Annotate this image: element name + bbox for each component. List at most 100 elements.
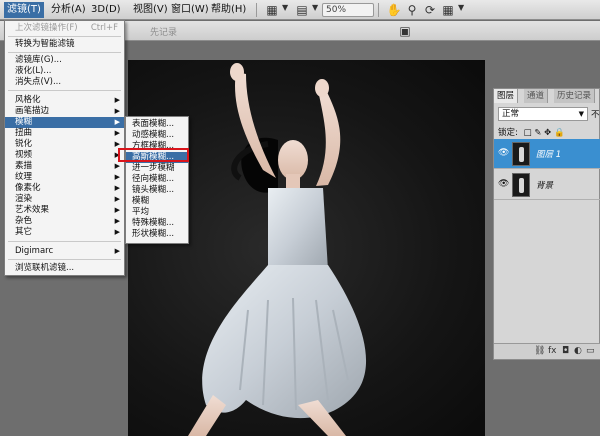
submenu-arrow-icon: ▶ [114, 217, 120, 225]
lock-brush-icon[interactable]: ✎ [534, 128, 541, 138]
menu-item-shortcut: Ctrl+F [90, 23, 118, 33]
menu-item-distort[interactable]: 扭曲 ▶ [5, 128, 124, 139]
menu-item-label: 上次滤镜操作(F) [15, 23, 78, 33]
lock-all-icon[interactable]: 🔒 [554, 128, 565, 138]
menu-item-artistic[interactable]: 艺术效果 ▶ [5, 205, 124, 216]
new-group-icon[interactable]: ▭ [586, 346, 595, 356]
menu-help[interactable]: 帮助(H) [208, 2, 249, 18]
submenu-arrow-icon: ▶ [114, 118, 120, 126]
menu-item-label: 其它 [15, 227, 33, 237]
visibility-eye-icon[interactable]: 👁 [498, 179, 509, 189]
menu-item-label: 素描 [15, 161, 33, 171]
layers-panel: 图层 通道 历史记录 正常 ▼ 不 锁定: □ ✎ ✥ 🔒 👁 图层 1 👁 背景… [493, 88, 600, 360]
tab-channels[interactable]: 通道 [524, 89, 549, 103]
lock-row: 锁定: □ ✎ ✥ 🔒 [498, 126, 565, 138]
menu-item-label: 视频 [15, 150, 33, 160]
submenu-arrow-icon: ▶ [114, 184, 120, 192]
menu-item-noise[interactable]: 杂色 ▶ [5, 216, 124, 227]
menu-item-vanishing-point[interactable]: 消失点(V)... [5, 77, 124, 88]
document-icon[interactable]: ▣ [397, 23, 413, 39]
menu-separator [8, 90, 121, 91]
submenu-arrow-icon: ▶ [114, 228, 120, 236]
chevron-down-icon: ▼ [578, 110, 584, 118]
menu-item-brush-strokes[interactable]: 画笔描边 ▶ [5, 106, 124, 117]
opacity-label: 不 [591, 110, 600, 120]
menu-item-render[interactable]: 渲染 ▶ [5, 194, 124, 205]
menu-item-surface-blur[interactable]: 表面模糊... [126, 119, 188, 130]
lock-transparency-icon[interactable]: □ [524, 128, 532, 138]
menu-item-label: 渲染 [15, 194, 33, 204]
lock-move-icon[interactable]: ✥ [544, 128, 551, 138]
chevron-down-icon[interactable]: ▼ [282, 3, 288, 12]
menu-item-digimarc[interactable]: Digimarc ▶ [5, 246, 124, 257]
menu-item-stylize[interactable]: 风格化 ▶ [5, 95, 124, 106]
blend-mode-value: 正常 [502, 109, 520, 119]
menu-item-texture[interactable]: 纹理 ▶ [5, 172, 124, 183]
menu-item-radial-blur[interactable]: 径向模糊... [126, 174, 188, 185]
menu-separator [8, 52, 121, 53]
menu-window[interactable]: 窗口(W) [168, 2, 212, 18]
submenu-arrow-icon: ▶ [114, 206, 120, 214]
menu-item-sketch[interactable]: 素描 ▶ [5, 161, 124, 172]
menu-item-convert-smart-filter[interactable]: 转换为智能滤镜 [5, 39, 124, 50]
menu-item-blur[interactable]: 模糊 ▶ [5, 117, 124, 128]
zoom-level[interactable]: 50% [322, 3, 374, 17]
submenu-arrow-icon: ▶ [114, 129, 120, 137]
divider [378, 3, 379, 17]
submenu-arrow-icon: ▶ [114, 247, 120, 255]
menu-item-liquify[interactable]: 液化(L)... [5, 66, 124, 77]
menu-item-browse-filters-online[interactable]: 浏览联机滤镜... [5, 263, 124, 274]
menu-item-video[interactable]: 视频 ▶ [5, 150, 124, 161]
menu-view[interactable]: 视图(V) [130, 2, 171, 18]
filter-menu: 上次滤镜操作(F) Ctrl+F 转换为智能滤镜 滤镜库(G)... 液化(L).… [4, 20, 125, 276]
divider [256, 3, 257, 17]
arrange-icon[interactable]: ▤ [294, 2, 310, 18]
menu-item-filter-gallery[interactable]: 滤镜库(G)... [5, 55, 124, 66]
menu-item-label: 画笔描边 [15, 106, 50, 116]
layer-row[interactable]: 👁 图层 1 [494, 139, 600, 169]
menu-item-sharpen[interactable]: 锐化 ▶ [5, 139, 124, 150]
menu-item-shape-blur[interactable]: 形状模糊... [126, 229, 188, 240]
lock-label: 锁定: [498, 128, 518, 138]
zoom-tool-icon[interactable]: ⚲ [404, 2, 420, 18]
menu-3d[interactable]: 3D(D) [88, 2, 124, 18]
menu-bar: 滤镜(T) 分析(A) 3D(D) 视图(V) 窗口(W) 帮助(H) ▦ ▼ … [0, 0, 600, 20]
menu-item-other[interactable]: 其它 ▶ [5, 227, 124, 238]
chevron-down-icon[interactable]: ▼ [312, 3, 318, 12]
tab-layers[interactable]: 图层 [494, 89, 519, 103]
menu-item-label: 风格化 [15, 95, 41, 105]
menu-filter[interactable]: 滤镜(T) [4, 2, 44, 18]
layer-name: 背景 [536, 181, 554, 191]
grid-icon[interactable]: ▦ [440, 2, 456, 18]
blend-mode-select[interactable]: 正常 ▼ [498, 107, 588, 121]
screen-mode-icon[interactable]: ▦ [264, 2, 280, 18]
submenu-arrow-icon: ▶ [114, 195, 120, 203]
menu-item-label: 扭曲 [15, 128, 33, 138]
menu-analysis[interactable]: 分析(A) [48, 2, 89, 18]
layer-style-icon[interactable]: fx [548, 346, 557, 356]
menu-item-last-filter: 上次滤镜操作(F) Ctrl+F [5, 23, 124, 34]
submenu-arrow-icon: ▶ [114, 162, 120, 170]
chevron-down-icon[interactable]: ▼ [458, 3, 464, 12]
rotate-view-icon[interactable]: ⟳ [422, 2, 438, 18]
layers-footer: ⛓ fx ◘ ◐ ▭ [494, 343, 600, 359]
layer-thumbnail [512, 142, 530, 166]
visibility-eye-icon[interactable]: 👁 [498, 148, 509, 158]
menu-item-label: 杂色 [15, 216, 33, 226]
layer-name: 图层 1 [536, 150, 562, 160]
link-layers-icon[interactable]: ⛓ [534, 346, 545, 356]
menu-item-motion-blur[interactable]: 动感模糊... [126, 130, 188, 141]
hand-tool-icon[interactable]: ✋ [386, 2, 402, 18]
layer-mask-icon[interactable]: ◘ [562, 346, 569, 356]
tab-history[interactable]: 历史记录 [554, 89, 596, 103]
menu-item-label: 艺术效果 [15, 205, 50, 215]
menu-item-blur[interactable]: 模糊 [126, 196, 188, 207]
menu-item-lens-blur[interactable]: 镜头模糊... [126, 185, 188, 196]
menu-item-average[interactable]: 平均 [126, 207, 188, 218]
menu-item-smart-blur[interactable]: 特殊模糊... [126, 218, 188, 229]
layer-row[interactable]: 👁 背景 [494, 170, 600, 200]
adjustment-layer-icon[interactable]: ◐ [574, 346, 582, 356]
menu-separator [8, 36, 121, 37]
menu-item-pixelate[interactable]: 像素化 ▶ [5, 183, 124, 194]
menu-item-blur-more[interactable]: 进一步模糊 [126, 163, 188, 174]
